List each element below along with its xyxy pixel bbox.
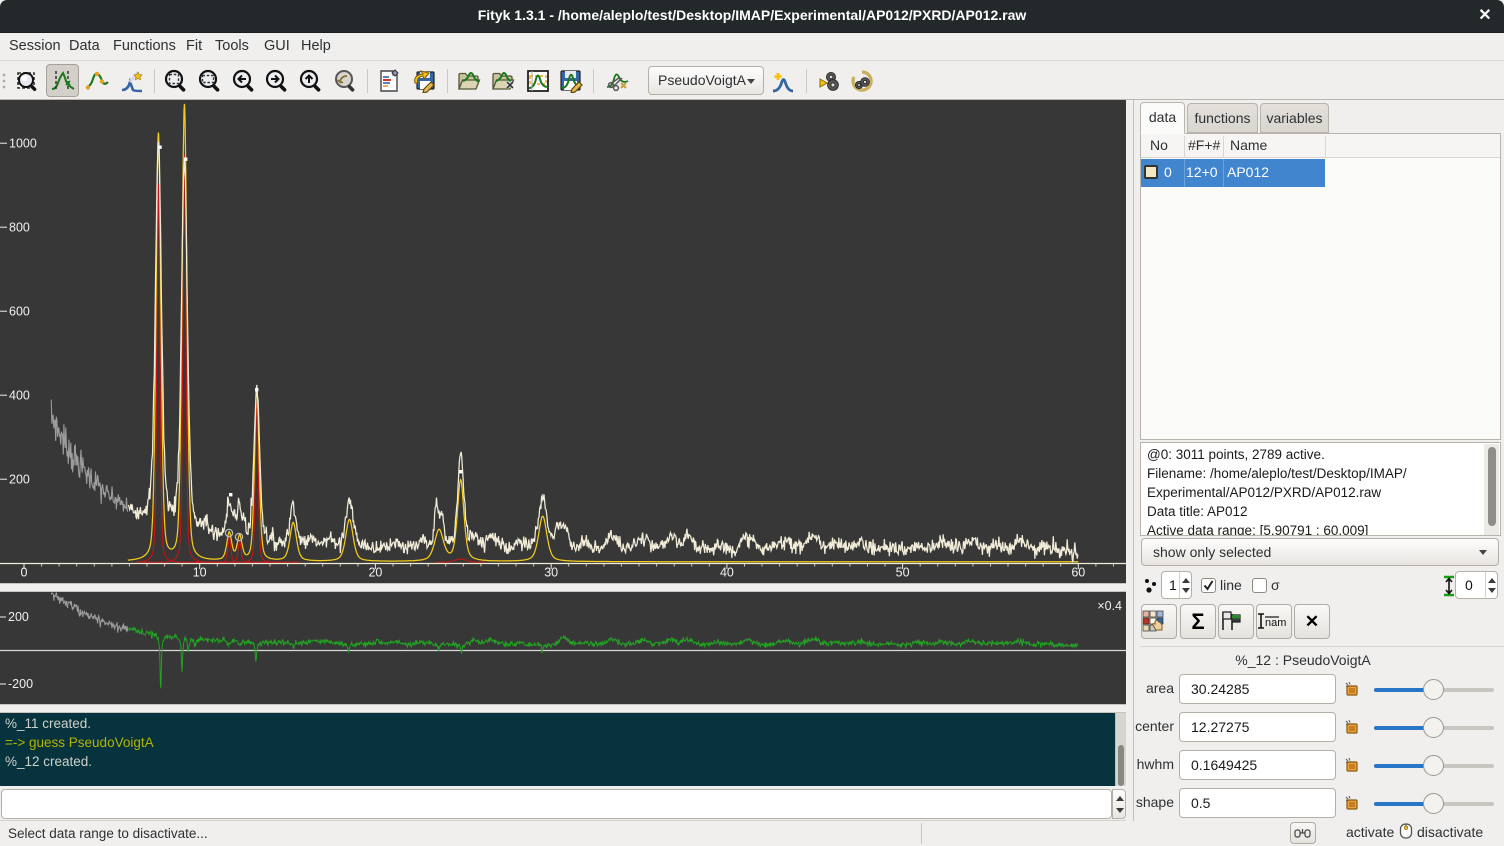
svg-text:800: 800 xyxy=(9,221,30,235)
svg-text:10: 10 xyxy=(193,566,207,580)
svg-text:200: 200 xyxy=(9,473,30,487)
svg-text:200: 200 xyxy=(8,610,29,624)
svg-text:50: 50 xyxy=(896,566,910,580)
svg-text:×0.4: ×0.4 xyxy=(1097,599,1122,613)
svg-text:-200: -200 xyxy=(8,677,33,691)
svg-text:0: 0 xyxy=(21,566,28,580)
svg-text:600: 600 xyxy=(9,305,30,319)
svg-text:400: 400 xyxy=(9,389,30,403)
svg-text:20: 20 xyxy=(368,566,382,580)
svg-text:1000: 1000 xyxy=(9,137,37,151)
svg-text:60: 60 xyxy=(1071,566,1085,580)
svg-text:40: 40 xyxy=(720,566,734,580)
svg-text:30: 30 xyxy=(544,566,558,580)
svg-text:nam: nam xyxy=(1265,617,1286,629)
